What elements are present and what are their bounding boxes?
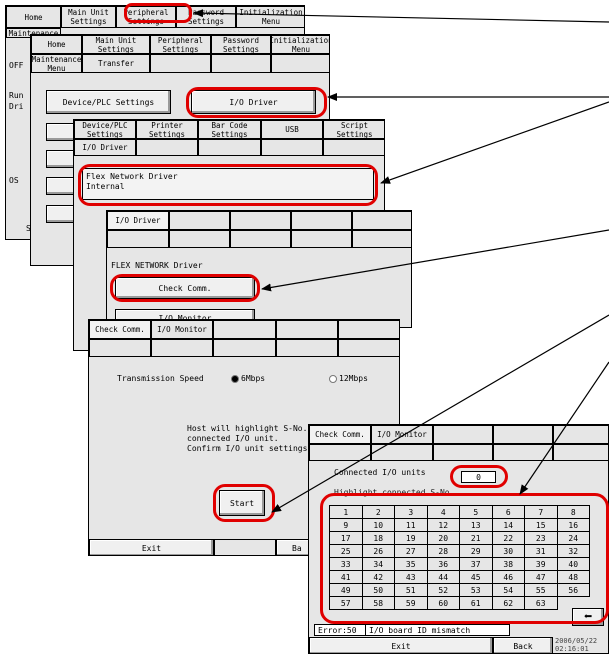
arrow-line [271, 314, 609, 513]
arrow-line [380, 101, 609, 184]
arrow-line [519, 361, 609, 495]
annotation-arrows [193, 9, 609, 513]
arrow-line [193, 9, 609, 23]
arrow-line [261, 229, 609, 292]
